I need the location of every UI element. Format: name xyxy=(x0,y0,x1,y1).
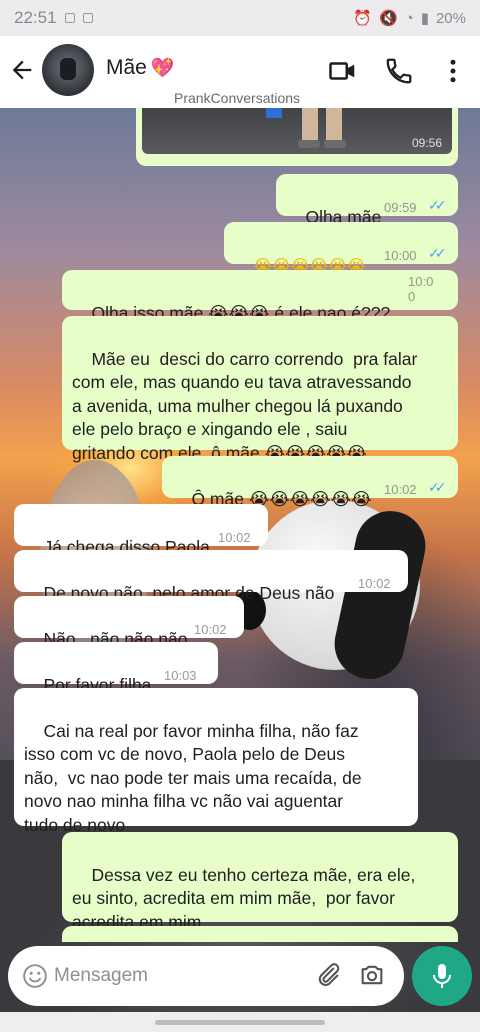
message-text: Cai na real por favor minha filha, não f… xyxy=(24,720,362,835)
message-time: 09:56 xyxy=(411,136,442,150)
message-time: 09:59 xyxy=(384,200,417,215)
outgoing-message[interactable]: Dessa vez eu tenho certeza mãe, era ele,… xyxy=(62,832,458,932)
notification-icon xyxy=(64,13,75,23)
incoming-message[interactable]: Já chega disso Paola 10:02 xyxy=(14,504,268,557)
message-composer xyxy=(8,946,404,1006)
read-ticks-icon: ✓✓ xyxy=(428,479,447,495)
contact-name-text: Mãe xyxy=(106,56,147,79)
mic-icon xyxy=(433,964,451,988)
read-ticks-icon: ✓✓ xyxy=(428,197,447,213)
back-arrow-icon[interactable] xyxy=(8,56,36,84)
read-ticks-icon: ✓✓ xyxy=(428,245,447,261)
more-vert-icon[interactable] xyxy=(438,56,468,86)
battery-level: 20% xyxy=(435,9,466,27)
image-thumbnail[interactable]: 09:56 xyxy=(142,108,452,154)
message-input[interactable] xyxy=(54,960,304,992)
incoming-message[interactable]: Cai na real por favor minha filha, não f… xyxy=(14,688,418,835)
outgoing-message[interactable]: Ô mãe 😭😭😭😭😭😭 10:02 ✓✓ xyxy=(162,456,458,509)
outgoing-message-partial[interactable] xyxy=(62,926,458,942)
video-call-icon[interactable] xyxy=(328,56,358,86)
image-detail xyxy=(298,140,320,148)
image-detail xyxy=(266,108,282,118)
message-time: 10:02 xyxy=(194,622,227,637)
status-bar: 22:51 ⏰ 🔇 ◔ ▮ 20% xyxy=(0,0,480,36)
message-time: 10:02 xyxy=(384,482,417,497)
message-time: 10:03 xyxy=(164,668,197,683)
outgoing-message[interactable]: Mãe eu desci do carro correndo pra falar… xyxy=(62,316,458,463)
contact-name[interactable]: Mãe 💖 xyxy=(106,56,175,80)
emoji-icon[interactable] xyxy=(22,963,48,989)
avatar-figure xyxy=(60,58,76,80)
signal-icon: ▮ xyxy=(420,10,429,27)
message-time: 10:02 xyxy=(358,576,391,591)
message-text: Dessa vez eu tenho certeza mãe, era ele,… xyxy=(72,864,416,932)
home-indicator[interactable] xyxy=(155,1020,325,1025)
camera-icon[interactable] xyxy=(358,961,386,989)
image-detail xyxy=(302,108,318,140)
outgoing-message[interactable]: 😭😭😭😭😭😭 10:00 ✓✓ xyxy=(224,222,458,275)
message-time: 10:00 xyxy=(384,248,417,263)
outgoing-message[interactable]: Olha isso mãe 😭😭😭 é ele nao é??? 10:00 xyxy=(62,270,458,323)
watermark-text: PrankConversations xyxy=(174,90,301,106)
alarm-icon: ⏰ xyxy=(353,10,372,27)
incoming-message[interactable]: Por favor filha 10:03 xyxy=(14,642,218,695)
incoming-message[interactable]: Não, não não não 10:02 xyxy=(14,596,244,649)
voice-record-button[interactable] xyxy=(412,946,472,1006)
heart-emoji: 💖 xyxy=(150,58,175,79)
message-time: 10:02 xyxy=(218,530,251,545)
image-message[interactable]: 09:56 xyxy=(136,108,458,166)
chat-messages[interactable]: 09:56 Olha mãe 09:59 ✓✓ 😭😭😭😭😭😭 10:00 ✓✓ … xyxy=(0,108,480,942)
contact-avatar[interactable] xyxy=(42,44,94,96)
incoming-message[interactable]: De novo não, pelo amor de Deus não 10:02 xyxy=(14,550,408,603)
status-time: 22:51 xyxy=(14,8,57,27)
attach-icon[interactable] xyxy=(314,961,342,989)
wifi-icon: ◔ xyxy=(404,9,414,27)
image-detail xyxy=(324,140,346,148)
message-time: 10:00 xyxy=(408,274,434,304)
phone-icon[interactable] xyxy=(384,56,414,86)
image-detail xyxy=(326,108,342,140)
outgoing-message[interactable]: Olha mãe 09:59 ✓✓ xyxy=(276,174,458,227)
notification-icon xyxy=(82,13,93,23)
message-text: Mãe eu desci do carro correndo pra falar… xyxy=(72,348,418,463)
mute-icon: 🔇 xyxy=(378,10,398,27)
